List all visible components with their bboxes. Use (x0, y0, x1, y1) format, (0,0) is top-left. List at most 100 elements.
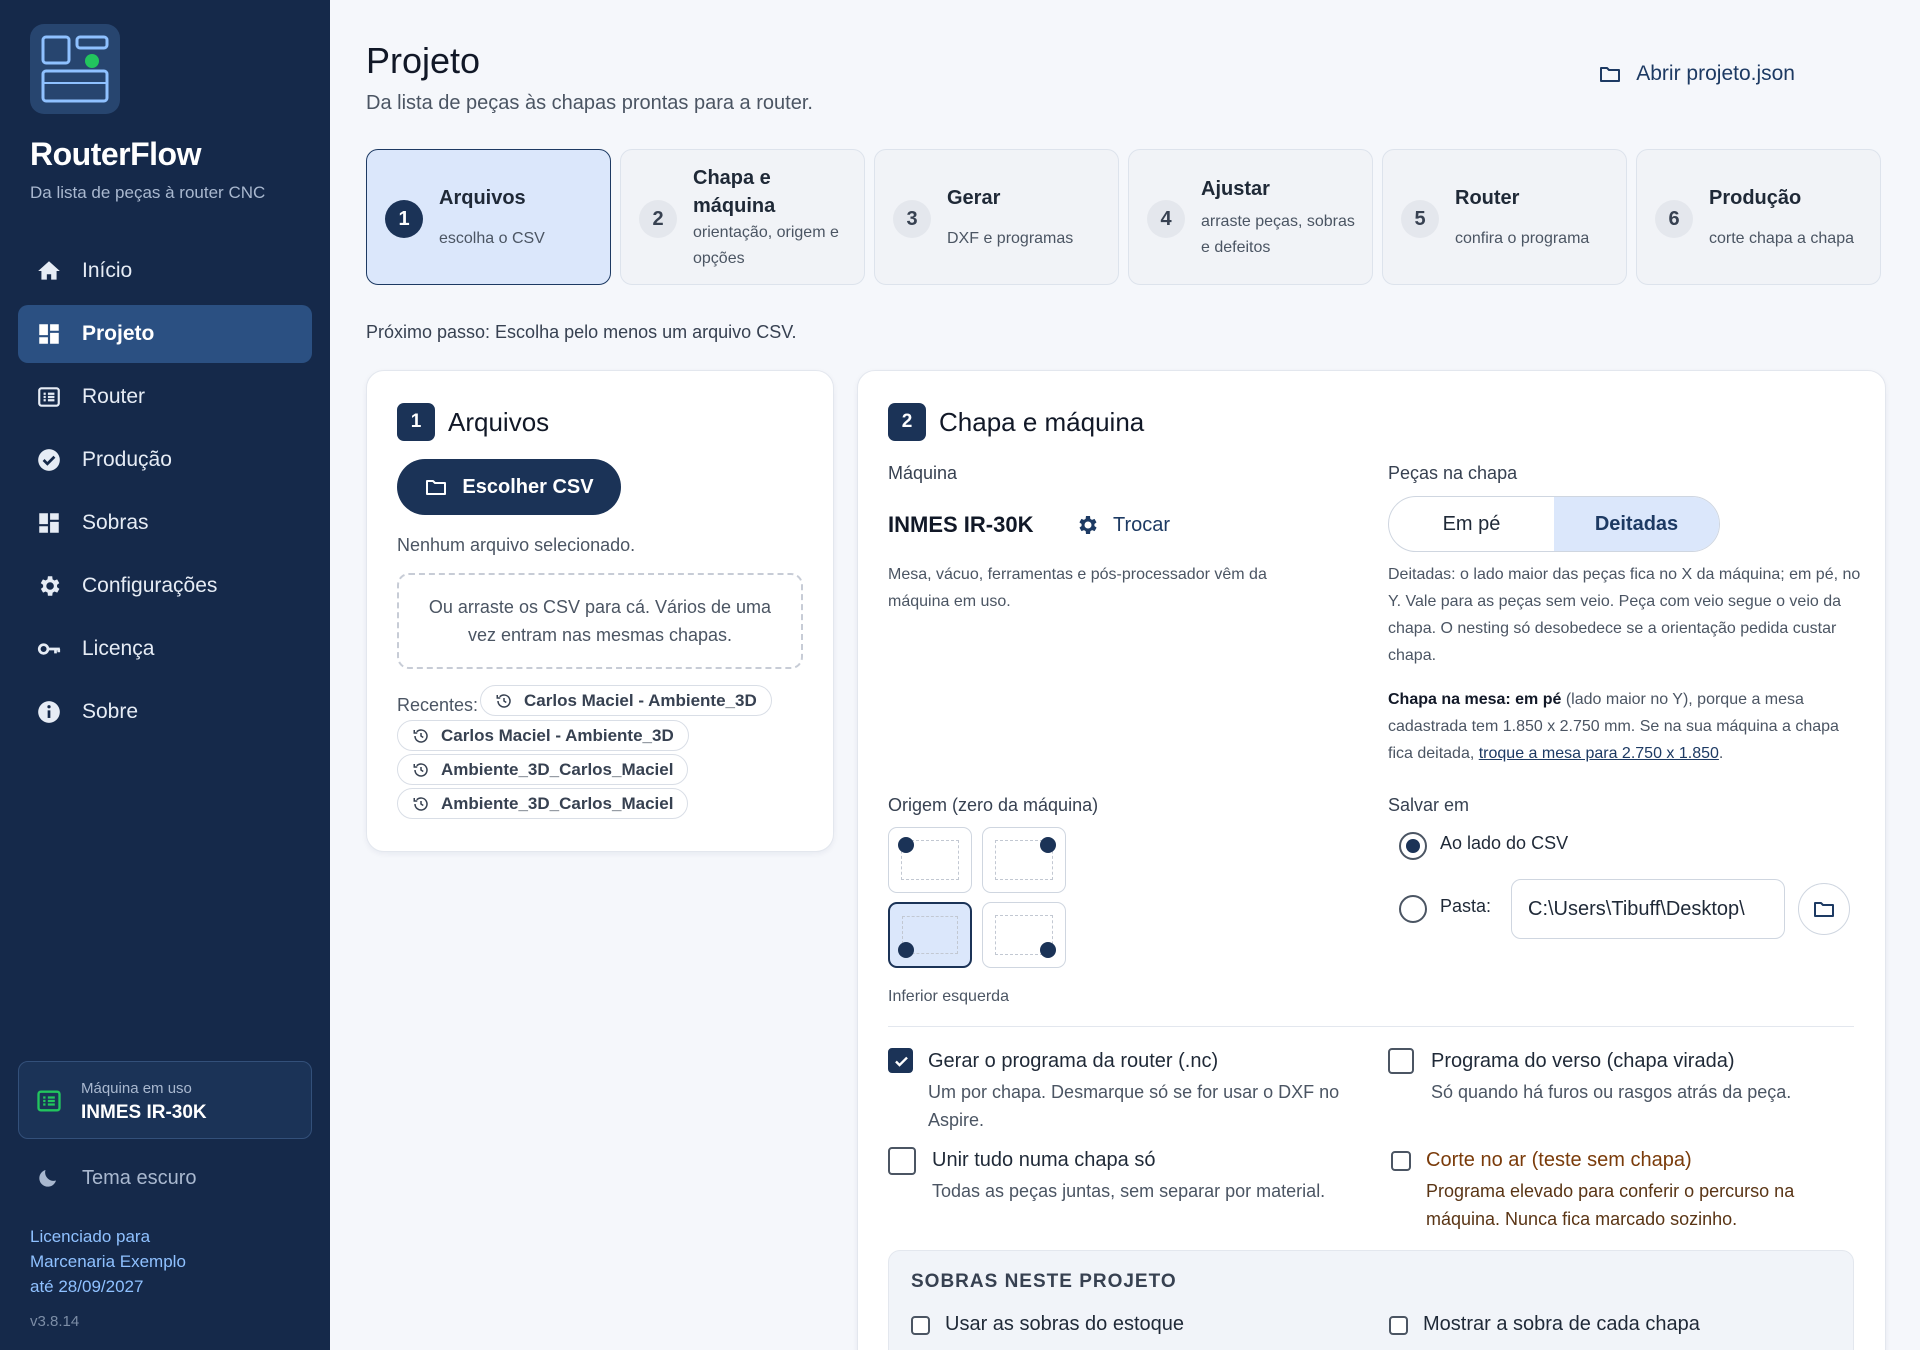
step-title: Router (1455, 187, 1520, 209)
recent-label: Recentes: (397, 695, 479, 715)
step-router[interactable]: 5 Router confira o programa (1382, 149, 1627, 285)
browse-folder-button[interactable] (1798, 883, 1850, 935)
generate-nc-desc: Um por chapa. Desmarque só se for usar o… (928, 1082, 1340, 1130)
origin-dot (898, 942, 914, 958)
sidebar-item-projeto[interactable]: Projeto (18, 305, 312, 363)
router-icon (38, 387, 60, 407)
leftovers-panel: SOBRAS NESTE PROJETO Usar as sobras do e… (888, 1250, 1854, 1350)
sidebar-item-configuracoes[interactable]: Configurações (18, 557, 312, 615)
use-stock-leftovers-checkbox[interactable] (911, 1316, 930, 1335)
step-number: 5 (1401, 200, 1439, 238)
step-ajustar[interactable]: 4 Ajustar arraste peças, sobras e defeito… (1128, 149, 1373, 285)
back-program-desc: Só quando há furos ou rasgos atrás da pe… (1431, 1082, 1792, 1102)
merge-sheet-title: Unir tudo numa chapa só (932, 1149, 1156, 1171)
gear-icon (40, 576, 60, 596)
air-cut-checkbox[interactable] (1391, 1151, 1411, 1171)
check-circle-icon (38, 449, 60, 471)
step-title: Gerar (947, 187, 1001, 209)
recent-file-chip[interactable]: Ambiente_3D_Carlos_Maciel (397, 754, 689, 785)
sheet-card-header: 2 Chapa e máquina (888, 403, 1144, 441)
merge-sheet-desc: Todas as peças juntas, sem separar por m… (932, 1181, 1326, 1201)
license-info: Licenciado para Marcenaria Exemplo até 2… (30, 1224, 270, 1299)
sheet-machine-card: 2 Chapa e máquina Máquina INMES IR-30K T… (857, 370, 1886, 1350)
save-folder-radio[interactable] (1399, 895, 1427, 923)
open-project-link[interactable]: Abrir projeto.json (1598, 62, 1795, 86)
orientation-standing-option[interactable]: Em pé (1389, 497, 1554, 551)
sidebar-item-label: Sobre (82, 700, 139, 723)
recent-file-chip[interactable]: Carlos Maciel - Ambiente_3D (480, 685, 772, 716)
step-title: Ajustar (1201, 178, 1270, 200)
section-badge: 2 (888, 403, 926, 441)
step-desc: confira o programa (1455, 230, 1590, 247)
sidebar-item-router[interactable]: Router (18, 368, 312, 426)
brand-name: RouterFlow (30, 136, 201, 172)
sidebar-item-producao[interactable]: Produção (18, 431, 312, 489)
key-icon (37, 643, 61, 655)
step-desc: orientação, origem e opções (693, 224, 839, 267)
folder-path-input[interactable] (1511, 879, 1785, 939)
save-beside-label: Ao lado do CSV (1440, 833, 1569, 853)
origin-label: Origem (zero da máquina) (888, 795, 1099, 815)
wizard-steps: 1 Arquivos escolha o CSV 2 Chapa e máquin… (366, 149, 1881, 285)
origin-top-right[interactable] (982, 827, 1066, 893)
grid-icon (39, 513, 59, 533)
brand-tagline: Da lista de peças à router CNC (30, 183, 266, 202)
step-producao[interactable]: 6 Produção corte chapa a chapa (1636, 149, 1881, 285)
app-version: v3.8.14 (30, 1313, 80, 1330)
current-machine-box[interactable]: Máquina em uso INMES IR-30K (18, 1061, 312, 1139)
change-machine-button[interactable]: Trocar (1075, 513, 1170, 537)
folder-icon (1814, 902, 1834, 917)
step-title: Chapa e máquina (693, 167, 776, 217)
air-cut-title: Corte no ar (teste sem chapa) (1426, 1149, 1692, 1171)
step-number: 3 (893, 200, 931, 238)
origin-selected-label: Inferior esquerda (888, 988, 1009, 1005)
sidebar-item-label: Configurações (82, 574, 218, 597)
recent-file-name: Ambiente_3D_Carlos_Maciel (441, 793, 674, 813)
air-cut-desc: Programa elevado para conferir o percurs… (1426, 1181, 1795, 1229)
section-title: Arquivos (448, 406, 550, 437)
save-beside-radio[interactable] (1399, 832, 1427, 860)
generate-nc-title: Gerar o programa da router (.nc) (928, 1050, 1219, 1072)
origin-bottom-left[interactable] (888, 902, 972, 968)
license-line: Licenciado para (30, 1227, 151, 1246)
sidebar-item-sobras[interactable]: Sobras (18, 494, 312, 552)
orientation-lying-option[interactable]: Deitadas (1554, 497, 1719, 551)
sidebar-item-licenca[interactable]: Licença (18, 620, 312, 678)
choose-csv-button[interactable]: Escolher CSV (397, 459, 621, 515)
back-program-title: Programa do verso (chapa virada) (1431, 1050, 1735, 1072)
gear-icon (1079, 516, 1097, 534)
csv-dropzone[interactable]: Ou arraste os CSV para cá. Vários de uma… (397, 573, 803, 669)
recent-file-name: Carlos Maciel - Ambiente_3D (524, 690, 757, 710)
origin-top-left[interactable] (888, 827, 972, 893)
back-program-checkbox[interactable] (1388, 1048, 1414, 1074)
step-number: 2 (639, 200, 677, 238)
section-divider (888, 1026, 1854, 1027)
step-number: 4 (1147, 200, 1185, 238)
sidebar-item-inicio[interactable]: Início (18, 242, 312, 300)
sidebar-item-label: Produção (82, 448, 172, 471)
dark-theme-toggle[interactable]: Tema escuro (36, 1166, 197, 1190)
show-sheet-leftover-checkbox[interactable] (1389, 1316, 1408, 1335)
step-desc: corte chapa a chapa (1709, 230, 1854, 247)
table-orientation-note: Chapa na mesa: em pé (lado maior no Y), … (1388, 686, 1863, 767)
history-icon (413, 762, 428, 777)
step-chapa-maquina[interactable]: 2 Chapa e máquina orientação, origem e op… (620, 149, 865, 285)
step-arquivos[interactable]: 1 Arquivos escolha o CSV (366, 149, 611, 285)
step-gerar[interactable]: 3 Gerar DXF e programas (874, 149, 1119, 285)
merge-sheet-checkbox[interactable] (888, 1147, 916, 1175)
recent-file-chip[interactable]: Ambiente_3D_Carlos_Maciel (397, 788, 689, 819)
swap-table-link[interactable]: troque a mesa para 2.750 x 1.850 (1479, 745, 1719, 762)
sidebar-nav: Início Projeto Router Produção Sobras Co… (18, 242, 312, 746)
save-folder-label: Pasta: (1440, 896, 1492, 916)
step-number: 1 (385, 200, 423, 238)
current-machine-name: INMES IR-30K (81, 1102, 207, 1123)
sidebar-item-sobre[interactable]: Sobre (18, 683, 312, 741)
recent-file-chip[interactable]: Carlos Maciel - Ambiente_3D (397, 720, 689, 751)
files-card: 1 Arquivos Escolher CSV Nenhum arquivo s… (366, 370, 834, 852)
recent-file-name: Carlos Maciel - Ambiente_3D (441, 725, 674, 745)
pieces-label: Peças na chapa (1388, 463, 1518, 483)
sidebar-item-label: Projeto (82, 322, 155, 345)
generate-nc-checkbox[interactable] (888, 1048, 913, 1073)
origin-bottom-right[interactable] (982, 902, 1066, 968)
main-content: Projeto Da lista de peças às chapas pron… (330, 0, 1920, 1350)
